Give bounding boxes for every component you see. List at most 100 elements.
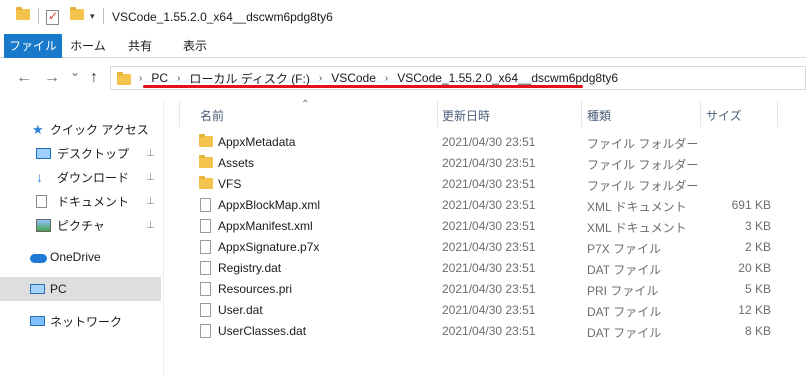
list-item[interactable]: User.dat 2021/04/30 23:51 DAT ファイル 12 KB bbox=[165, 300, 806, 321]
sidebar-item-label: クイック アクセス bbox=[50, 122, 149, 137]
list-item[interactable]: VFS 2021/04/30 23:51 ファイル フォルダー bbox=[165, 174, 806, 195]
file-modified: 2021/04/30 23:51 bbox=[442, 261, 536, 275]
breadcrumb-separator: › bbox=[384, 72, 389, 84]
desktop-icon bbox=[36, 148, 51, 159]
file-modified: 2021/04/30 23:51 bbox=[442, 156, 536, 170]
file-type: P7X ファイル bbox=[587, 242, 662, 256]
pin-icon[interactable]: ⊥ bbox=[146, 196, 155, 207]
column-divider[interactable] bbox=[700, 101, 701, 127]
file-size: 691 KB bbox=[731, 198, 771, 212]
folder-icon bbox=[199, 176, 213, 189]
sidebar-item-documents[interactable]: ドキュメント ⊥ bbox=[0, 189, 161, 213]
sidebar-item-label: ピクチャ bbox=[57, 218, 105, 233]
file-modified: 2021/04/30 23:51 bbox=[442, 303, 536, 317]
column-type[interactable]: 種類 bbox=[587, 107, 611, 124]
sidebar-item-desktop[interactable]: デスクトップ ⊥ bbox=[0, 141, 161, 165]
column-divider[interactable] bbox=[777, 101, 778, 127]
sidebar-item-quick-access[interactable]: ★ クイック アクセス bbox=[0, 117, 161, 141]
sidebar-item-downloads[interactable]: ↓ ダウンロード ⊥ bbox=[0, 165, 161, 189]
file-name: AppxManifest.xml bbox=[218, 219, 313, 233]
list-item[interactable]: Resources.pri 2021/04/30 23:51 PRI ファイル … bbox=[165, 279, 806, 300]
file-name: UserClasses.dat bbox=[218, 324, 307, 338]
file-name: Registry.dat bbox=[218, 261, 282, 275]
list-item[interactable]: AppxBlockMap.xml 2021/04/30 23:51 XML ドキ… bbox=[165, 195, 806, 216]
divider bbox=[103, 8, 104, 24]
navigation-bar: ← → ⌄ ↑ › PC › ローカル ディスク (F:) › VSCode ›… bbox=[0, 59, 806, 99]
pin-icon[interactable]: ⊥ bbox=[146, 172, 155, 183]
star-icon: ★ bbox=[32, 121, 44, 137]
pin-icon[interactable]: ⊥ bbox=[146, 220, 155, 231]
title-bar: ▾ VSCode_1.55.2.0_x64__dscwm6pdg8ty6 bbox=[0, 0, 806, 34]
file-type: DAT ファイル bbox=[587, 305, 662, 319]
breadcrumb-separator: › bbox=[177, 72, 181, 84]
cloud-icon bbox=[30, 251, 47, 264]
network-icon bbox=[30, 316, 45, 326]
file-modified: 2021/04/30 23:51 bbox=[442, 198, 536, 212]
column-modified[interactable]: 更新日時 bbox=[442, 107, 490, 124]
breadcrumb-separator: › bbox=[139, 72, 143, 84]
list-item[interactable]: AppxManifest.xml 2021/04/30 23:51 XML ドキ… bbox=[165, 216, 806, 237]
file-icon bbox=[200, 261, 211, 275]
file-type: ファイル フォルダー bbox=[587, 179, 699, 193]
file-icon bbox=[200, 219, 211, 233]
file-size: 5 KB bbox=[744, 282, 771, 296]
file-type: ファイル フォルダー bbox=[587, 158, 699, 172]
file-name: Resources.pri bbox=[218, 282, 293, 296]
properties-icon[interactable] bbox=[46, 9, 59, 25]
sidebar-item-label: OneDrive bbox=[50, 250, 101, 264]
folder-icon[interactable] bbox=[16, 7, 30, 20]
file-name: AppxMetadata bbox=[218, 135, 296, 149]
sidebar-item-pictures[interactable]: ピクチャ ⊥ bbox=[0, 213, 161, 237]
list-item[interactable]: Assets 2021/04/30 23:51 ファイル フォルダー bbox=[165, 153, 806, 174]
folder-icon bbox=[199, 155, 213, 168]
pane-divider bbox=[163, 99, 164, 376]
recent-locations-button[interactable]: ⌄ bbox=[70, 65, 80, 79]
tab-file[interactable]: ファイル bbox=[4, 34, 62, 58]
pin-icon[interactable]: ⊥ bbox=[146, 148, 155, 159]
file-icon bbox=[200, 240, 211, 254]
list-item[interactable]: Registry.dat 2021/04/30 23:51 DAT ファイル 2… bbox=[165, 258, 806, 279]
column-name[interactable]: 名前 bbox=[200, 107, 224, 124]
sidebar-item-onedrive[interactable]: OneDrive bbox=[0, 245, 161, 269]
breadcrumb-current-folder[interactable]: VSCode_1.55.2.0_x64__dscwm6pdg8ty6 bbox=[397, 71, 618, 85]
file-modified: 2021/04/30 23:51 bbox=[442, 177, 536, 191]
sidebar-item-pc[interactable]: PC bbox=[0, 277, 161, 301]
file-name: AppxSignature.p7x bbox=[218, 240, 320, 254]
column-size[interactable]: サイズ bbox=[706, 107, 742, 124]
file-type: XML ドキュメント bbox=[587, 221, 687, 235]
breadcrumb-vscode[interactable]: VSCode bbox=[331, 71, 376, 85]
file-type: ファイル フォルダー bbox=[587, 137, 699, 151]
tab-view[interactable]: 表示 bbox=[175, 34, 215, 58]
list-item[interactable]: AppxMetadata 2021/04/30 23:51 ファイル フォルダー bbox=[165, 132, 806, 153]
file-modified: 2021/04/30 23:51 bbox=[442, 135, 536, 149]
tab-home[interactable]: ホーム bbox=[68, 34, 108, 58]
list-item[interactable]: UserClasses.dat 2021/04/30 23:51 DAT ファイ… bbox=[165, 321, 806, 342]
file-modified: 2021/04/30 23:51 bbox=[442, 282, 536, 296]
folder-icon bbox=[117, 71, 131, 85]
breadcrumb-local-disk[interactable]: ローカル ディスク (F:) bbox=[189, 70, 310, 87]
ribbon-tabs: ファイル ホーム 共有 表示 bbox=[0, 34, 806, 58]
column-header: 名前 更新日時 種類 サイズ bbox=[165, 99, 806, 127]
tab-share[interactable]: 共有 bbox=[120, 34, 160, 58]
up-button[interactable]: ↑ bbox=[90, 69, 98, 87]
quick-access-dropdown[interactable]: ▾ bbox=[90, 11, 95, 22]
column-divider[interactable] bbox=[179, 101, 180, 127]
forward-button[interactable]: → bbox=[44, 69, 60, 87]
file-name: User.dat bbox=[218, 303, 263, 317]
sidebar-item-network[interactable]: ネットワーク bbox=[0, 309, 161, 333]
download-icon: ↓ bbox=[36, 168, 43, 185]
file-icon bbox=[200, 282, 211, 296]
file-icon bbox=[200, 303, 211, 317]
file-size: 2 KB bbox=[744, 240, 771, 254]
list-item[interactable]: AppxSignature.p7x 2021/04/30 23:51 P7X フ… bbox=[165, 237, 806, 258]
sidebar-item-label: デスクトップ bbox=[57, 146, 130, 161]
file-type: DAT ファイル bbox=[587, 263, 662, 277]
breadcrumb-pc[interactable]: PC bbox=[151, 71, 168, 85]
file-name: AppxBlockMap.xml bbox=[218, 198, 321, 212]
new-folder-icon[interactable] bbox=[70, 7, 84, 20]
column-divider[interactable] bbox=[581, 101, 582, 127]
column-divider[interactable] bbox=[437, 101, 438, 127]
file-type: PRI ファイル bbox=[587, 284, 659, 298]
back-button[interactable]: ← bbox=[16, 69, 32, 87]
folder-icon bbox=[199, 134, 213, 147]
